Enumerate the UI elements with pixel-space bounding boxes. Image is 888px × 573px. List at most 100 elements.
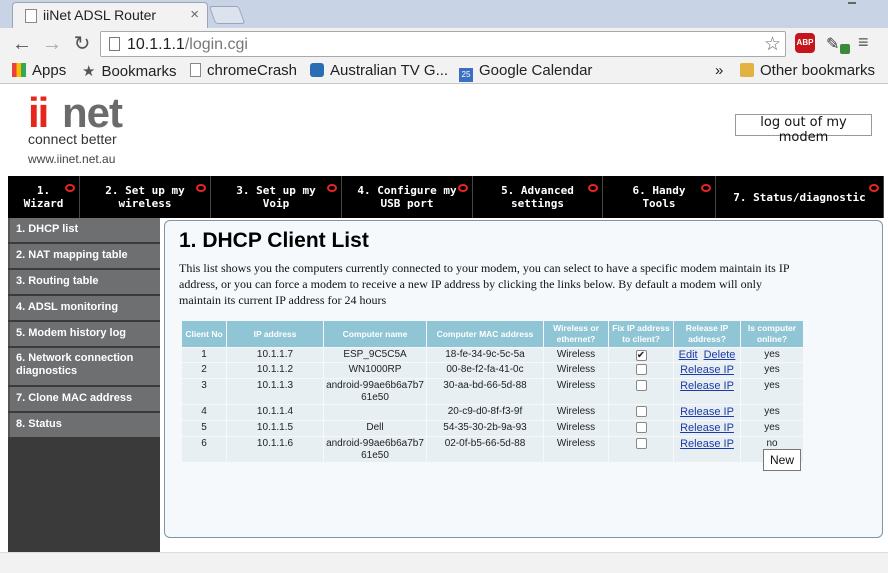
fix-ip-checkbox[interactable] — [635, 406, 647, 417]
ip-address: 10.1.1.3 — [227, 379, 323, 404]
reload-icon[interactable]: ↻ — [70, 32, 94, 56]
other-bookmarks[interactable]: Other bookmarks — [740, 62, 875, 79]
release-ip-link[interactable]: Release IP — [680, 380, 734, 392]
mac-address: 30-aa-bd-66-5d-88 — [427, 379, 543, 404]
bookmark-apps[interactable]: Apps — [12, 62, 66, 79]
connection-type: Wireless — [544, 348, 608, 362]
release-ip-link[interactable]: Release IP — [680, 364, 734, 376]
nav-item-7[interactable]: 7. Status/diagnostic — [716, 176, 884, 218]
back-arrow-icon[interactable]: ← — [10, 32, 34, 56]
sidebar-item-7[interactable]: 7. Clone MAC address — [8, 387, 160, 411]
mac-address: 02-0f-b5-66-5d-88 — [427, 437, 543, 462]
nav-dot-icon — [588, 184, 598, 192]
router-page: ii net connect better www.iinet.net.au l… — [8, 85, 884, 552]
fix-ip-checkbox[interactable] — [635, 422, 647, 433]
sidebar-item-6[interactable]: 6. Network connection diagnostics — [8, 348, 160, 385]
online-status: yes — [741, 379, 803, 404]
fix-ip-cell — [609, 379, 673, 404]
bookmarks-overflow[interactable]: » — [715, 62, 723, 79]
site-url: www.iinet.net.au — [28, 152, 116, 166]
bookmark-star-icon[interactable]: ☆ — [764, 33, 781, 56]
file-icon — [190, 63, 201, 77]
online-status: yes — [741, 363, 803, 378]
mac-address: 54-35-30-2b-9a-93 — [427, 421, 543, 436]
release-ip-link[interactable]: Release IP — [680, 406, 734, 418]
fix-ip-checkbox[interactable]: ✔ — [635, 350, 647, 361]
table-row: 5 10.1.1.5 Dell 54-35-30-2b-9a-93 Wireless Re… — [182, 421, 803, 436]
nav-item-label-line2: wireless — [118, 197, 172, 210]
browser-toolbar: ← → ↻ 10.1.1.1/login.cgi ☆ ABP ✎ ≡ — [0, 28, 888, 60]
fix-ip-checkbox[interactable] — [635, 380, 647, 391]
release-ip-link[interactable]: Release IP — [680, 422, 734, 434]
fix-ip-cell — [609, 363, 673, 378]
bookmark-google-calendar[interactable]: 25 Google Calendar — [459, 62, 592, 82]
column-header: Computer MAC address — [427, 321, 543, 347]
sidebar: 1. DHCP list 2. NAT mapping table 3. Routi… — [8, 218, 160, 552]
nav-item-label: 1. — [36, 184, 51, 197]
dhcp-client-table: Client No IP address Computer name Computer… — [181, 320, 804, 463]
sidebar-item-3[interactable]: 3. Routing table — [8, 270, 160, 294]
fix-ip-checkbox[interactable] — [635, 364, 647, 375]
nav-dot-icon — [701, 184, 711, 192]
minimize-icon[interactable] — [848, 2, 856, 4]
bookmark-bookmarks[interactable]: ★ Bookmarks — [82, 62, 176, 80]
logo-net: net — [62, 89, 123, 136]
connection-type: Wireless — [544, 363, 608, 378]
release-ip-link[interactable]: Release IP — [680, 438, 734, 450]
column-header: Fix IP address to client? — [609, 321, 673, 347]
ip-address: 10.1.1.5 — [227, 421, 323, 436]
ip-address: 10.1.1.2 — [227, 363, 323, 378]
nav-item-label: 6. Handy Tools — [632, 184, 686, 210]
content-panel: 1. DHCP Client List This list shows you … — [164, 220, 883, 538]
edit-link[interactable]: Edit — [679, 349, 698, 361]
new-button[interactable]: New — [763, 449, 801, 471]
sidebar-item-5[interactable]: 5. Modem history log — [8, 322, 160, 346]
page-icon — [109, 37, 120, 51]
table-row: 4 10.1.1.4 20-c9-d0-8f-f3-9f Wireless Releas… — [182, 405, 803, 420]
logo-ii: ii — [28, 89, 49, 136]
sidebar-item-8[interactable]: 8. Status — [8, 413, 160, 437]
connection-type: Wireless — [544, 379, 608, 404]
nav-item-2[interactable]: 2. Set up my wireless — [80, 176, 211, 218]
nav-item-3[interactable]: 3. Set up my Voip — [211, 176, 342, 218]
table-row: 1 10.1.1.7 ESP_9C5C5A 18-fe-34-9c-5c-5a Wire… — [182, 348, 803, 362]
mac-address: 00-8e-f2-fa-41-0c — [427, 363, 543, 378]
browser-tab[interactable]: iiNet ADSL Router × — [12, 2, 208, 28]
fix-ip-cell — [609, 405, 673, 420]
fix-ip-checkbox[interactable] — [635, 438, 647, 449]
tab-strip: iiNet ADSL Router × — [0, 0, 888, 28]
nav-item-label: 4. Configure my — [357, 184, 457, 197]
address-bar[interactable]: 10.1.1.1/login.cgi ☆ — [100, 31, 786, 57]
close-tab-icon[interactable]: × — [190, 6, 199, 23]
release-cell: Edit Delete — [674, 348, 740, 362]
table-row: 6 10.1.1.6 android-99ae6b6a7b761e50 02-0f-b… — [182, 437, 803, 462]
bookmark-australian-tv[interactable]: Australian TV G... — [310, 62, 448, 79]
nav-item-label: 7. Status/diagnostic — [733, 190, 866, 204]
online-status: yes — [741, 421, 803, 436]
logout-button[interactable]: log out of my modem — [735, 114, 872, 145]
mac-address: 20-c9-d0-8f-f3-9f — [427, 405, 543, 420]
url-text: 10.1.1.1/login.cgi — [127, 36, 248, 53]
nav-item-1[interactable]: 1. Wizard — [8, 176, 80, 218]
forward-arrow-icon[interactable]: → — [40, 32, 64, 56]
release-cell: Release IP — [674, 437, 740, 462]
release-cell: Release IP — [674, 379, 740, 404]
online-status: yes — [741, 405, 803, 420]
sidebar-item-1[interactable]: 1. DHCP list — [8, 218, 160, 242]
main-navigation: 1. Wizard 2. Set up my wireless 3. Set up my… — [8, 176, 884, 218]
sidebar-item-4[interactable]: 4. ADSL monitoring — [8, 296, 160, 320]
sidebar-item-2[interactable]: 2. NAT mapping table — [8, 244, 160, 268]
nav-item-5[interactable]: 5. Advanced settings — [473, 176, 603, 218]
delete-link[interactable]: Delete — [704, 349, 736, 361]
nav-item-4[interactable]: 4. Configure my USB port — [342, 176, 473, 218]
adblock-icon[interactable]: ABP — [795, 33, 815, 53]
fix-ip-cell — [609, 421, 673, 436]
bookmark-chromecrash[interactable]: chromeCrash — [190, 62, 297, 79]
computer-name: ESP_9C5C5A — [324, 348, 426, 362]
nav-item-label-line2: USB port — [380, 197, 434, 210]
new-tab-button[interactable] — [208, 6, 246, 24]
release-cell: Release IP — [674, 363, 740, 378]
nav-item-6[interactable]: 6. Handy Tools — [603, 176, 716, 218]
column-header: IP address — [227, 321, 323, 347]
menu-icon[interactable]: ≡ — [858, 33, 874, 51]
